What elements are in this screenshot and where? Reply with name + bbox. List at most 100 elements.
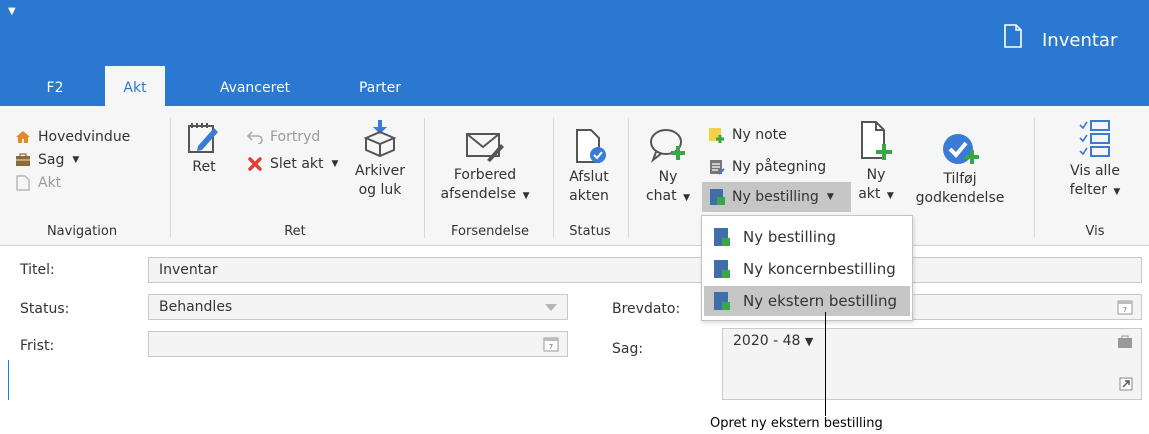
order-icon [708,188,726,206]
hovedvindue-label: Hovedvindue [38,129,131,145]
titel-label: Titel: [20,262,55,278]
ny-chat-line1: Ny [658,169,678,185]
tilfoej-godkendelse-button[interactable]: Tilføj godkendelse [908,132,1012,208]
arkiver-line2: og luk [358,182,402,198]
document-icon [1004,24,1022,48]
chevron-down-icon: ▼ [72,155,80,165]
titel-field[interactable]: Inventar [148,257,1142,283]
menu-item-ny-bestilling[interactable]: Ny bestilling [704,222,910,252]
undo-icon [246,128,264,146]
list-fields-icon [1079,120,1110,157]
order-icon [714,292,730,310]
group-separator [628,118,629,238]
ny-akt-line2: akt [858,186,881,202]
afslut-akten-button[interactable]: Afslut akten [562,128,616,206]
ny-paategning-label: Ny påtegning [732,159,827,175]
forbered-line1: Forbered [453,167,517,183]
left-border-accent [8,360,9,400]
ret-button[interactable]: Ret [184,120,224,177]
chevron-down-icon: ▼ [683,193,690,203]
ny-bestilling-button[interactable]: Ny bestilling ▼ [702,182,851,212]
case-icon [14,151,32,169]
frist-field[interactable]: 7 [148,331,568,357]
menu-item-label: Ny bestilling [743,228,837,246]
home-icon [14,128,32,146]
tilfoej-line1: Tilføj [943,171,977,187]
envelope-edit-icon [466,133,504,162]
delete-icon [246,155,264,173]
ribbon-tab-bar: F2 Akt Avanceret Parter [0,66,1149,106]
vis-line2: felter [1069,182,1107,198]
ny-chat-line2: chat [645,188,677,204]
status-dropdown[interactable]: Behandles [148,294,568,320]
vis-alle-felter-button[interactable]: Vis alle felter ▼ [1060,118,1130,202]
brevdato-label: Brevdato: [612,301,681,317]
group-label-navigation: Navigation [46,224,118,239]
order-icon [714,260,730,278]
group-label-forsendelse: Forsendelse [451,224,529,239]
tab-avanceret[interactable]: Avanceret [210,66,300,106]
menu-item-ny-ekstern-bestilling[interactable]: Ny ekstern bestilling [704,286,910,316]
hovedvindue-button[interactable]: Hovedvindue [14,126,130,148]
group-separator [553,118,554,238]
titel-value: Inventar [159,262,218,278]
ny-note-button[interactable]: Ny note [708,124,787,146]
afslut-line2: akten [569,188,609,204]
tilfoej-line2: godkendelse [915,190,1005,206]
chevron-down-icon [545,304,557,311]
group-label-status: Status [569,224,611,239]
frist-label: Frist: [20,338,55,354]
callout-text: Opret ny ekstern bestilling [710,416,883,431]
title-bar: ▼ Inventar [0,0,1149,66]
sag-field-label: Sag: [612,341,644,357]
calendar-icon[interactable]: 7 [543,336,559,352]
approval-add-icon [943,134,979,164]
case-icon[interactable] [1117,335,1133,349]
ny-note-label: Ny note [732,127,787,143]
arkiver-og-luk-button[interactable]: Arkiver og luk [355,120,405,200]
tab-parter[interactable]: Parter [345,66,415,106]
ny-akt-line1: Ny [866,167,886,183]
slet-akt-button[interactable]: Slet akt ▼ [246,153,338,175]
group-label-vis: Vis [1085,224,1105,239]
ny-akt-button[interactable]: Ny akt ▼ [852,120,900,206]
status-value: Behandles [159,299,233,315]
chat-add-icon [650,129,685,163]
group-separator [1034,118,1035,238]
ribbon: Hovedvindue Sag ▼ Akt Navigation Ret For… [0,106,1149,246]
sag-label: Sag [38,152,65,168]
note-add-icon [708,126,726,144]
ny-paategning-button[interactable]: Ny påtegning [708,156,826,178]
calendar-icon[interactable]: 7 [1117,299,1133,315]
ny-bestilling-dropdown-menu: Ny bestilling Ny koncernbestilling Ny ek… [701,215,913,321]
tab-akt[interactable]: Akt [105,66,165,106]
ret-label: Ret [192,159,216,175]
document-check-icon [576,129,606,163]
svg-text:7: 7 [1123,306,1127,314]
group-label-ret: Ret [284,224,306,239]
arkiver-line1: Arkiver [355,163,405,179]
chevron-down-icon: ▼ [522,191,530,201]
forbered-afsendelse-button[interactable]: Forbered afsendelse ▼ [430,130,540,206]
sag-field[interactable]: 2020 - 48 ▼ [722,328,1142,400]
chevron-down-icon[interactable]: ▼ [805,335,813,348]
fortryd-button[interactable]: Fortryd [246,126,320,148]
sag-button[interactable]: Sag ▼ [14,149,79,171]
fortryd-label: Fortryd [270,129,321,145]
callout-line [825,312,826,416]
quick-access-toolbar-menu[interactable]: ▼ [8,6,16,17]
ny-chat-button[interactable]: Ny chat ▼ [640,128,696,208]
tab-f2[interactable]: F2 [30,66,80,106]
annotation-icon [708,158,726,176]
forbered-line2: afsendelse [440,186,517,202]
afslut-line1: Afslut [569,169,609,185]
page-icon [14,174,32,192]
menu-item-ny-koncernbestilling[interactable]: Ny koncernbestilling [704,254,910,284]
order-icon [714,228,730,246]
menu-item-label: Ny koncernbestilling [743,260,896,278]
group-separator [170,118,171,238]
open-link-icon[interactable] [1119,377,1133,391]
chevron-down-icon: ▼ [1113,187,1121,197]
akt-button[interactable]: Akt [14,172,61,194]
sag-value[interactable]: 2020 - 48 [733,333,800,349]
